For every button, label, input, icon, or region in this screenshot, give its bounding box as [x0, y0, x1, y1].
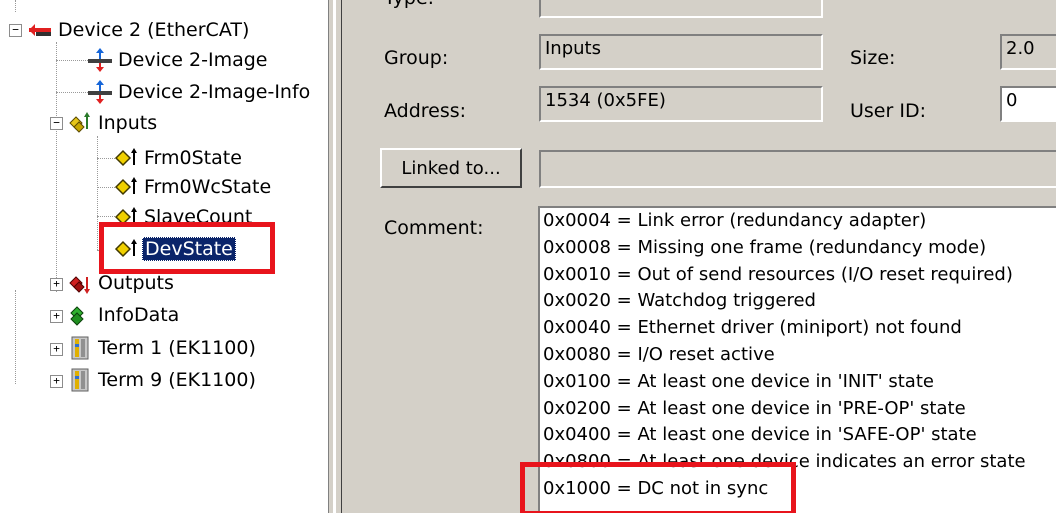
user-id-label: User ID:: [850, 100, 926, 122]
tree-item-frm0wcstate[interactable]: Frm0WcState: [114, 172, 273, 202]
tree-line: [97, 158, 115, 159]
tree-line: [97, 187, 115, 188]
tree-item-device2-image[interactable]: Device 2-Image: [88, 45, 269, 75]
splitter-edge: [333, 0, 336, 513]
tree-item-term1[interactable]: Term 1 (EK1100): [68, 333, 258, 363]
terminal-module-icon: [68, 336, 92, 360]
type-label: Type:: [384, 0, 434, 9]
input-variable-icon: [114, 146, 138, 170]
tree-item-label-selected: DevState: [142, 237, 236, 261]
tree-item-label: Outputs: [98, 272, 174, 294]
collapse-inputs-toggle[interactable]: −: [50, 117, 63, 130]
tree-item-devstate[interactable]: DevState: [114, 234, 236, 264]
tree-line: [97, 216, 115, 217]
tree-item-label: InfoData: [98, 304, 180, 326]
tree-item-label: Frm0WcState: [144, 176, 272, 198]
tree-line: [97, 136, 98, 250]
input-variable-icon: [114, 237, 138, 261]
address-label: Address:: [384, 100, 467, 122]
pane-splitter[interactable]: [328, 0, 342, 513]
tree-line: [56, 60, 88, 61]
group-label: Group:: [384, 47, 449, 69]
tree-view[interactable]: − − + + + + Device 2 (EtherCAT) Device 2…: [0, 0, 328, 513]
process-image-icon: [88, 48, 112, 72]
tree-item-label: Term 1 (EK1100): [98, 337, 256, 359]
comment-lines: 0x0004 = Link error (redundancy adapter)…: [540, 208, 1056, 503]
infodata-folder-icon: [68, 303, 92, 327]
address-field: 1534 (0x5FE): [539, 86, 823, 122]
tree-item-infodata[interactable]: InfoData: [68, 300, 181, 330]
expand-term9-toggle[interactable]: +: [50, 375, 63, 388]
tree-line: [15, 0, 16, 12]
comment-line: 0x0200 = At least one device in 'PRE-OP'…: [543, 397, 966, 419]
tree-item-label: Device 2-Image-Info: [118, 81, 311, 103]
group-field: Inputs: [539, 34, 823, 70]
outputs-folder-icon: [68, 271, 92, 295]
comment-line: 0x0020 = Watchdog triggered: [543, 290, 816, 312]
inputs-folder-icon: [68, 111, 92, 135]
comment-line: 0x0010 = Out of send resources (I/O rese…: [543, 263, 1013, 285]
linked-to-button[interactable]: Linked to...: [380, 148, 522, 188]
expand-infodata-toggle[interactable]: +: [50, 310, 63, 323]
size-field: 2.0: [1000, 34, 1056, 70]
linked-field: [539, 150, 1056, 188]
comment-line: 0x0008 = Missing one frame (redundancy m…: [543, 236, 987, 258]
dc-sync-highlight-box: [520, 462, 796, 513]
comment-line: 0x0040 = Ethernet driver (miniport) not …: [543, 317, 962, 339]
expand-outputs-toggle[interactable]: +: [50, 278, 63, 291]
expand-term1-toggle[interactable]: +: [50, 343, 63, 356]
comment-line: 0x0080 = I/O reset active: [543, 343, 775, 365]
tree-item-label: Term 9 (EK1100): [98, 369, 256, 391]
tree-item-device2-image-info[interactable]: Device 2-Image-Info: [88, 77, 312, 107]
collapse-device2-toggle[interactable]: −: [9, 24, 22, 37]
tree-line: [56, 42, 57, 292]
tree-item-label: Frm0State: [144, 147, 242, 169]
input-variable-icon: [114, 175, 138, 199]
tree-item-frm0state[interactable]: Frm0State: [114, 143, 244, 173]
tree-line: [56, 92, 88, 93]
tree-item-device2[interactable]: Device 2 (EtherCAT): [28, 15, 251, 45]
tree-item-label: Device 2 (EtherCAT): [58, 19, 250, 41]
terminal-module-icon: [68, 368, 92, 392]
tree-line: [15, 290, 16, 384]
size-label: Size:: [850, 47, 896, 69]
type-field: [539, 0, 823, 18]
tree-item-term9[interactable]: Term 9 (EK1100): [68, 365, 258, 395]
comment-label: Comment:: [384, 217, 484, 239]
tree-item-label: Device 2-Image: [118, 49, 268, 71]
comment-line: 0x0400 = At least one device in 'SAFE-OP…: [543, 424, 977, 446]
process-image-icon: [88, 80, 112, 104]
tree-item-inputs[interactable]: Inputs: [68, 108, 159, 138]
properties-panel: Type: Group: Inputs Size: 2.0 Address: 1…: [342, 0, 1056, 513]
comment-line: 0x0100 = At least one device in 'INIT' s…: [543, 370, 934, 392]
comment-line: 0x0004 = Link error (redundancy adapter): [543, 210, 927, 231]
tree-item-label: Inputs: [98, 112, 158, 134]
user-id-input[interactable]: 0: [1000, 86, 1056, 122]
ethercat-device-icon: [28, 18, 52, 42]
